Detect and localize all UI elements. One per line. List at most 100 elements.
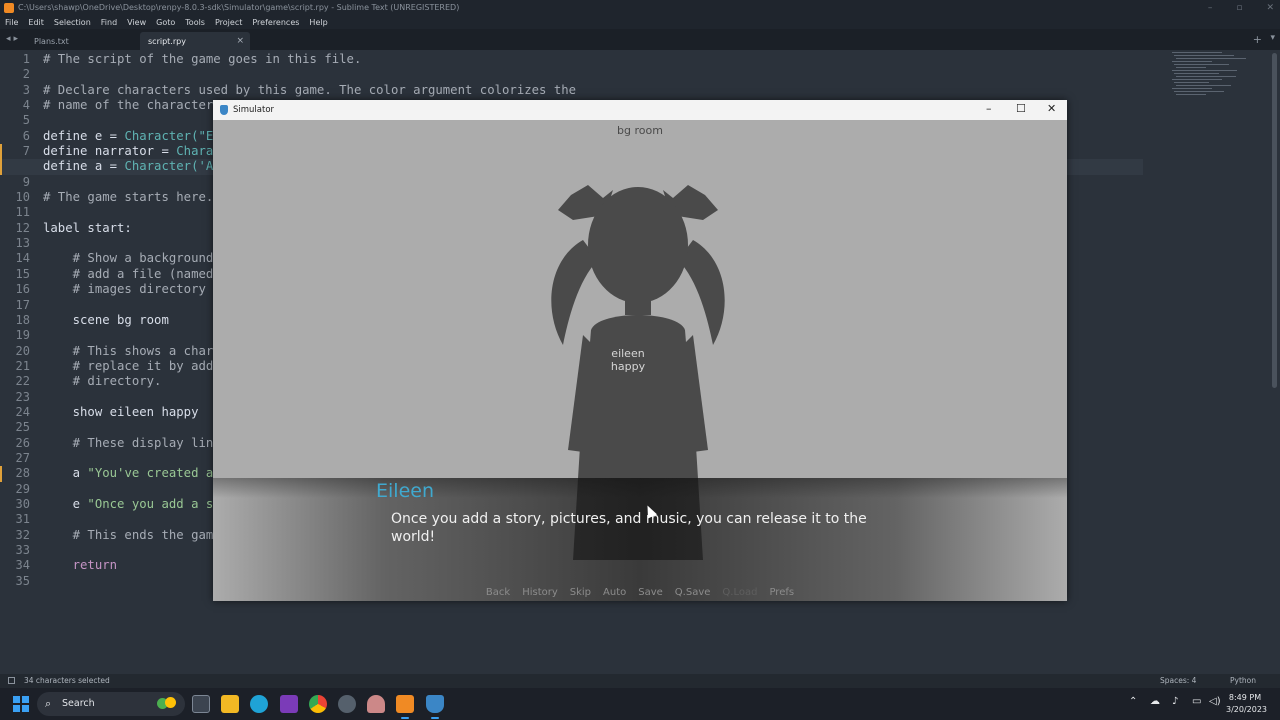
windows-start-icon[interactable] [13,696,29,712]
clock-time: 8:49 PM [1228,693,1262,702]
game-stage[interactable]: bg room eileen happy Eileen Once you add… [213,120,1067,601]
simulator-window[interactable]: Simulator – ☐ ✕ bg room eileen happy Eil… [213,100,1067,601]
minimize-icon[interactable]: – [986,102,992,115]
line-number: 26 [15,435,30,450]
quick-menu-auto[interactable]: Auto [603,587,626,598]
tab-dropdown-icon[interactable]: ▾ [1270,33,1275,43]
search-icon: ⌕ [45,697,52,710]
new-tab-icon[interactable]: + [1253,33,1262,46]
minimap-line [1176,76,1236,77]
line-number: 9 [22,174,30,189]
quick-menu-back[interactable]: Back [486,587,510,598]
onenote-icon[interactable] [280,695,298,713]
minimize-icon[interactable]: – [1208,3,1213,13]
quick-menu-save[interactable]: Save [638,587,663,598]
onedrive-icon[interactable]: ☁ [1150,696,1160,707]
speaker-name: Eileen [376,480,434,502]
quick-menu-skip[interactable]: Skip [570,587,591,598]
line-number: 14 [15,251,30,266]
code-token: # name of the character [43,98,214,113]
code-line[interactable] [43,67,1143,82]
sublime-text-taskbar-icon[interactable] [396,695,414,719]
code-token: # directory. [43,374,162,389]
line-number: 35 [15,573,30,588]
line-number: 21 [15,358,30,373]
title-bar: C:\Users\shawp\OneDrive\Desktop\renpy-8.… [0,0,1280,15]
code-token: label start: [43,220,132,235]
taskbar: ⌕ Search ⌃ ☁ ♪ ▭ ◁) 8:49 PM 3/20/2023 [0,688,1280,720]
minimap-line [1176,67,1206,68]
syntax-status[interactable]: Python [1230,676,1256,685]
menu-find[interactable]: Find [96,18,122,27]
indentation-status[interactable]: Spaces: 4 [1160,676,1196,685]
line-number: 12 [15,220,30,235]
line-number: 28 [15,466,30,481]
panel-toggle-icon[interactable] [8,677,15,684]
code-token: # add a file (named [43,266,214,281]
code-token: "You've created a [87,466,214,481]
minimap-line [1174,91,1224,92]
character-label: eileen happy [593,347,663,373]
edge-icon[interactable] [250,695,268,713]
menu-help[interactable]: Help [304,18,332,27]
editor-scrollbar[interactable] [1272,53,1277,388]
maximize-icon[interactable]: ▫ [1236,3,1242,13]
menu-edit[interactable]: Edit [23,18,49,27]
task-view-icon[interactable] [192,695,210,713]
quick-menu-qload: Q.Load [722,587,758,598]
quick-menu-prefs[interactable]: Prefs [769,587,794,598]
code-line[interactable]: # Declare characters used by this game. … [43,83,1143,98]
scene-label: bg room [617,124,663,137]
search-highlight-icon [155,695,181,713]
menu-preferences[interactable]: Preferences [247,18,304,27]
modified-line-marker [0,466,2,482]
maximize-icon[interactable]: ☐ [1016,102,1026,115]
close-icon[interactable]: ✕ [1047,102,1056,115]
line-number: 23 [15,389,30,404]
character-label-name: eileen [611,347,645,360]
code-token: Chara [176,144,214,159]
renpy-launcher-icon[interactable] [367,695,385,713]
volume-icon[interactable]: ◁) [1209,696,1221,707]
close-icon[interactable]: ✕ [1266,3,1274,13]
minimap-line [1174,73,1219,74]
quick-menu-history[interactable]: History [522,587,558,598]
line-number: 15 [15,266,30,281]
line-number: 4 [22,98,30,113]
network-icon[interactable]: ▭ [1192,696,1201,707]
file-explorer-icon[interactable] [221,695,239,713]
menu-selection[interactable]: Selection [49,18,96,27]
code-token: e [43,496,88,511]
menu-tools[interactable]: Tools [180,18,210,27]
tab-plans[interactable]: Plans.txt [26,32,136,50]
tab-label: script.rpy [148,36,186,46]
search-label: Search [62,698,95,709]
obs-icon[interactable] [338,695,356,713]
clock[interactable]: 8:49 PM 3/20/2023 [1226,692,1267,716]
taskbar-search[interactable]: ⌕ Search [37,692,185,716]
line-number: 10 [15,190,30,205]
menu-project[interactable]: Project [210,18,247,27]
line-number: 29 [15,481,30,496]
quick-menu: Back History Skip Auto Save Q.Save Q.Load Prefs [213,587,1067,598]
menu-file[interactable]: File [0,18,23,27]
tab-close-icon[interactable]: × [236,36,244,46]
code-token: # replace it by add [43,358,214,373]
line-number: 13 [15,236,30,251]
quick-menu-qsave[interactable]: Q.Save [675,587,711,598]
line-number: 2 [22,67,30,82]
show-hidden-icons-icon[interactable]: ⌃ [1129,696,1137,707]
microphone-icon[interactable]: ♪ [1172,696,1178,707]
code-token: # This shows a char [43,343,214,358]
code-token: # Show a background [43,251,214,266]
tab-nav-arrows[interactable]: ◂▸ [6,34,21,44]
tab-script[interactable]: script.rpy × [140,32,250,50]
minimap[interactable] [1168,50,1258,100]
menu-goto[interactable]: Goto [151,18,180,27]
line-number: 32 [15,527,30,542]
menu-view[interactable]: View [122,18,151,27]
dialogue-box-edge [213,478,1067,498]
chrome-icon[interactable] [309,695,327,713]
code-line[interactable]: # The script of the game goes in this fi… [43,52,1143,67]
simulator-taskbar-icon[interactable] [426,695,444,719]
